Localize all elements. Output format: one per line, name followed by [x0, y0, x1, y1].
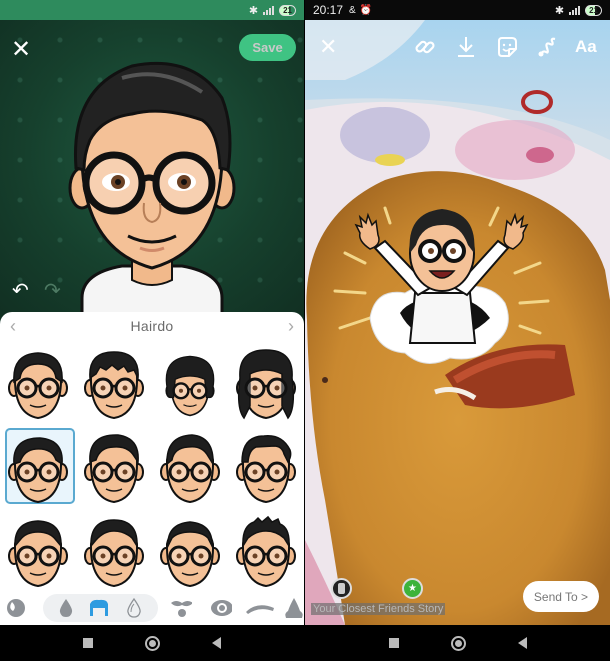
close-friends-star-icon[interactable]: ★: [402, 578, 423, 599]
recents-button[interactable]: [388, 638, 399, 648]
sheet-title: Hairdo: [130, 318, 174, 334]
text-tool-button[interactable]: Aa: [575, 34, 597, 60]
hairdo-option-short-textured[interactable]: [76, 508, 152, 592]
hairdo-grid: [0, 340, 304, 592]
hair-color-icon[interactable]: [55, 598, 77, 618]
bitmoji-head-icon: [84, 351, 144, 420]
bitmoji-head-icon: [236, 515, 296, 588]
hairstyle-icon[interactable]: [88, 598, 110, 618]
alarm-icon: ⏰: [359, 4, 373, 16]
hairdo-option-short-crop[interactable]: [0, 508, 76, 592]
status-bar: 20:17 & ⏰ ✱ 21: [305, 0, 610, 20]
chevron-left-icon[interactable]: ‹: [10, 316, 16, 337]
your-story-avatar[interactable]: [331, 578, 352, 599]
bitmoji-head-icon: [236, 435, 296, 504]
bitmoji-head-icon: [165, 355, 215, 417]
bluetooth-icon: ✱: [554, 4, 565, 17]
hairdo-option-undercut[interactable]: [152, 424, 228, 508]
download-icon[interactable]: [456, 34, 476, 60]
signal-icon: [569, 5, 581, 15]
hairdo-option-quiff[interactable]: [76, 424, 152, 508]
back-button[interactable]: [212, 637, 221, 649]
hairdo-picker-sheet: ‹ Hairdo ›: [0, 312, 304, 625]
bitmoji-head-icon: [160, 434, 220, 504]
nav-bar: [0, 625, 304, 661]
bitmoji-head-icon: [160, 521, 220, 588]
facial-hair-icon[interactable]: [170, 598, 192, 618]
hairdo-option-spiky[interactable]: [228, 508, 304, 592]
link-icon[interactable]: [415, 34, 435, 60]
bitmoji-head-icon: [84, 519, 144, 588]
hairdo-option-side-part-wave[interactable]: [228, 424, 304, 508]
bitmoji-head-icon: [8, 352, 68, 420]
send-to-button[interactable]: Send To >: [523, 581, 599, 612]
hairdo-option-long-curly[interactable]: [228, 340, 304, 424]
home-button[interactable]: [450, 635, 466, 651]
bitmoji-head-icon: [8, 437, 68, 504]
story-editor-screen: 20:17 & ⏰ ✱ 21 ✕ Aa ★ Your Closest Frien…: [305, 0, 610, 661]
hairdo-option-crew[interactable]: [152, 508, 228, 592]
hairdo-option-shaggy-fringe[interactable]: [76, 340, 152, 424]
clock: 20:17: [313, 3, 344, 17]
bitmoji-head-icon: [236, 349, 296, 420]
nav-bar: [305, 625, 610, 661]
redo-icon[interactable]: ↷: [44, 278, 61, 303]
bitmoji-head-icon: [84, 434, 144, 504]
draw-icon[interactable]: [537, 34, 559, 60]
nose-icon[interactable]: [283, 598, 304, 618]
skin-tone-icon[interactable]: [5, 598, 27, 618]
hairdo-option-side-swept[interactable]: [0, 424, 76, 508]
back-button[interactable]: [517, 637, 527, 649]
bitmoji-editor-screen: ✱ 21 ✕ Save ↶ ↷ ‹ Hairdo ›: [0, 0, 304, 661]
hairdo-option-bowl[interactable]: [0, 340, 76, 424]
signal-icon: [263, 5, 275, 15]
recents-button[interactable]: [83, 638, 93, 648]
eye-icon[interactable]: [210, 598, 232, 618]
close-friends-story-label[interactable]: Your Closest Friends Story: [311, 603, 446, 615]
undo-icon[interactable]: ↶: [12, 278, 29, 303]
close-icon[interactable]: ✕: [319, 34, 337, 60]
home-button[interactable]: [145, 635, 160, 651]
battery-icon: 21: [585, 4, 602, 16]
avatar-preview: [68, 61, 236, 318]
hairdo-option-afro[interactable]: [152, 340, 228, 424]
save-button[interactable]: Save: [239, 34, 296, 61]
bitmoji-sticker[interactable]: [330, 193, 560, 383]
notification-icon: &: [349, 4, 356, 16]
sticker-icon[interactable]: [496, 34, 518, 60]
eyebrow-icon[interactable]: [245, 598, 275, 618]
hair-highlight-icon[interactable]: [123, 598, 145, 618]
battery-icon: 21: [279, 4, 296, 16]
status-bar: ✱ 21: [0, 0, 304, 20]
chevron-right-icon[interactable]: ›: [288, 316, 294, 337]
bluetooth-icon: ✱: [248, 4, 259, 17]
bitmoji-head-icon: [8, 520, 68, 588]
category-bar: [0, 591, 304, 625]
close-icon[interactable]: ✕: [11, 38, 31, 62]
story-toolbar: ✕ Aa: [305, 34, 610, 60]
